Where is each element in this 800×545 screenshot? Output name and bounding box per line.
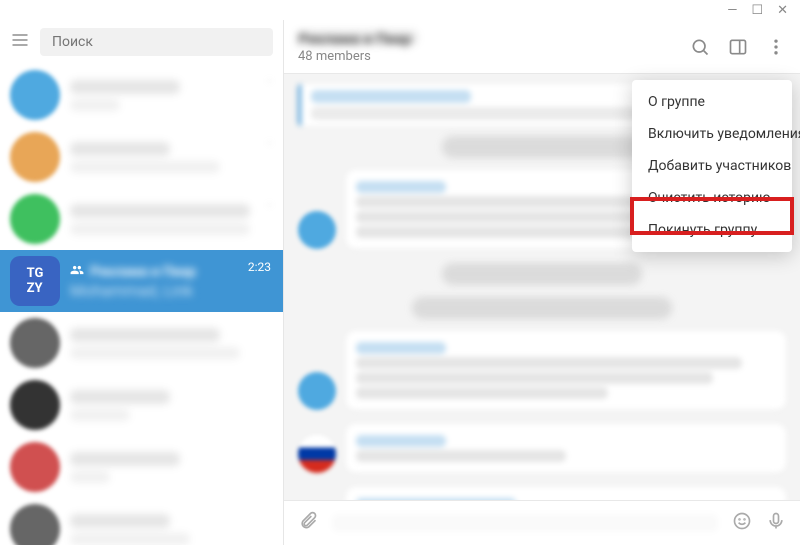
search-icon[interactable] xyxy=(690,37,710,57)
window-titlebar: — ☐ ✕ xyxy=(0,0,800,20)
header-title[interactable]: Реклама и Пиар xyxy=(298,30,418,45)
date-separator xyxy=(442,136,642,158)
service-message xyxy=(412,297,672,319)
chat-list-item[interactable] xyxy=(0,374,283,436)
chat-subtitle: Mohammad, Link xyxy=(70,281,273,300)
menu-about-group[interactable]: О группе xyxy=(632,86,792,118)
menu-add-members[interactable]: Добавить участников xyxy=(632,150,792,182)
message[interactable] xyxy=(298,487,786,500)
chat-title: Реклама и Пиар xyxy=(90,264,196,280)
chat-list-item[interactable] xyxy=(0,498,283,545)
chat-list-item-active[interactable]: TGZY Реклама и Пиар Mohammad, Link 2:23 xyxy=(0,250,283,312)
options-dropdown: О группе Включить уведомления Добавить у… xyxy=(632,80,792,252)
group-icon xyxy=(70,263,84,281)
chat-list-item[interactable] xyxy=(0,312,283,374)
chat-list-item[interactable]: · xyxy=(0,126,283,188)
message-input[interactable] xyxy=(332,514,718,532)
chat-avatar: TGZY xyxy=(10,256,60,306)
microphone-icon[interactable] xyxy=(766,511,786,535)
message[interactable] xyxy=(298,424,786,473)
chat-time: 2:23 xyxy=(248,260,271,274)
chat-list-item[interactable]: · xyxy=(0,188,283,250)
header-members[interactable]: 48 members xyxy=(298,49,418,64)
menu-clear-history[interactable]: Очистить историю xyxy=(632,182,792,214)
menu-leave-group[interactable]: Покинуть группу xyxy=(632,214,792,246)
message-composer xyxy=(284,500,800,545)
search-input[interactable] xyxy=(40,28,273,56)
chat-list: · · · TGZY Реклама и Пиар Mohammad, Link… xyxy=(0,64,283,545)
minimize-button[interactable]: — xyxy=(727,3,737,18)
menu-enable-notifications[interactable]: Включить уведомления xyxy=(632,118,792,150)
chat-header: Реклама и Пиар 48 members xyxy=(284,20,800,74)
emoji-icon[interactable] xyxy=(732,511,752,535)
attach-icon[interactable] xyxy=(298,511,318,535)
hamburger-menu-icon[interactable] xyxy=(10,30,30,54)
service-message xyxy=(442,263,642,285)
close-button[interactable]: ✕ xyxy=(777,3,788,18)
chat-list-item[interactable]: · xyxy=(0,64,283,126)
sidepanel-icon[interactable] xyxy=(728,37,748,57)
main-panel: Реклама и Пиар 48 members xyxy=(284,20,800,545)
message[interactable] xyxy=(298,331,786,410)
more-options-icon[interactable] xyxy=(766,37,786,57)
sidebar: · · · TGZY Реклама и Пиар Mohammad, Link… xyxy=(0,20,284,545)
maximize-button[interactable]: ☐ xyxy=(751,3,763,18)
chat-list-item[interactable] xyxy=(0,436,283,498)
